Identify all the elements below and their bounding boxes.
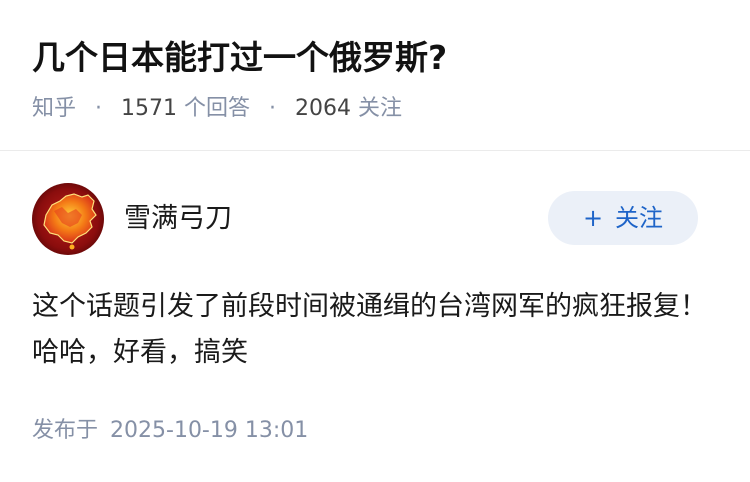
follow-button[interactable]: + 关注 xyxy=(548,191,698,245)
author-name[interactable]: 雪满弓刀 xyxy=(124,200,232,238)
answer-author: 雪满弓刀 + 关注 xyxy=(32,183,718,255)
answer-content: 这个话题引发了前段时间被通缉的台湾网军的疯狂报复！哈哈，好看，搞笑 xyxy=(32,291,707,368)
source-label: 知乎 xyxy=(32,96,77,121)
follower-count: 2064 xyxy=(295,96,352,121)
question-title[interactable]: 几个日本能打过一个俄罗斯? xyxy=(32,34,447,82)
follow-label: 关注 xyxy=(615,204,664,232)
follower-count-label: 关注 xyxy=(358,96,403,121)
plus-icon: + xyxy=(582,204,604,232)
separator-dot: · xyxy=(95,96,103,121)
avatar[interactable] xyxy=(32,183,104,255)
answer-count: 1571 xyxy=(121,96,178,121)
published-time: 2025-10-19 13:01 xyxy=(110,418,309,443)
avatar-image xyxy=(32,183,104,255)
question-header: 几个日本能打过一个俄罗斯? 知乎 · 1571 个回答 · 2064 关注 xyxy=(0,0,750,151)
answer-count-label: 个回答 xyxy=(184,96,251,121)
separator-dot: · xyxy=(269,96,277,121)
published-label: 发布于 xyxy=(32,418,99,443)
answer-time: 发布于 2025-10-19 13:01 xyxy=(32,415,308,447)
zhihu-answer-page: 几个日本能打过一个俄罗斯? 知乎 · 1571 个回答 · 2064 关注 雪满… xyxy=(0,0,750,482)
question-meta: 知乎 · 1571 个回答 · 2064 关注 xyxy=(32,93,402,125)
